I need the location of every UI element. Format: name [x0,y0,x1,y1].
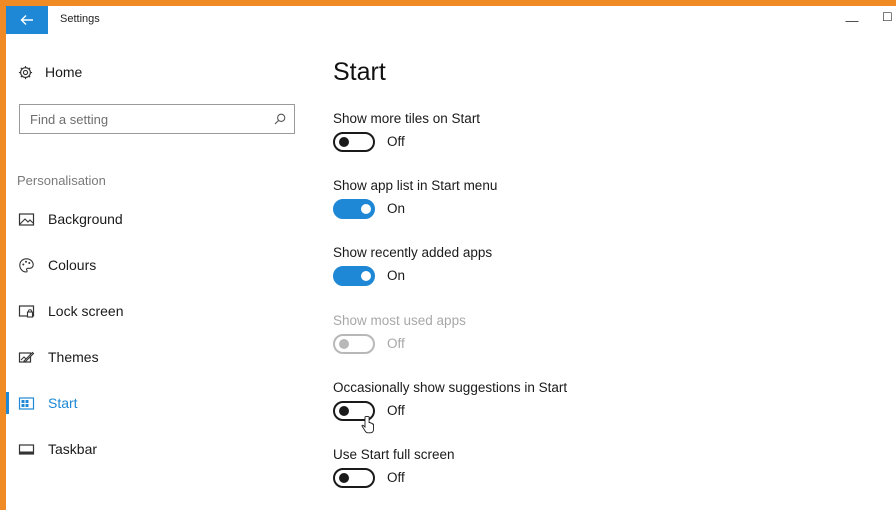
toggle-state-text: Off [387,403,405,418]
setting-show-recently-added: Show recently added apps On [333,245,833,305]
title-bar: Settings — ☐ [6,6,896,34]
search-input[interactable] [30,111,250,127]
sidebar-item-start[interactable]: Start [6,388,306,418]
sidebar-item-label: Colours [48,257,97,273]
toggle-knob [339,406,349,416]
sidebar-item-colours[interactable]: Colours [6,250,306,280]
toggle-knob [361,271,371,281]
setting-use-start-full-screen: Use Start full screen Off [333,447,833,507]
toggle-knob [339,339,349,349]
use-start-full-screen-toggle[interactable] [333,468,375,488]
themes-icon [18,349,35,366]
setting-label: Use Start full screen [333,447,455,462]
search-box[interactable] [19,104,295,134]
active-indicator [6,392,9,414]
maximize-button[interactable]: ☐ [882,10,896,30]
toggle-state-text: On [387,268,406,283]
setting-label: Show app list in Start menu [333,178,498,193]
sidebar-item-label: Start [48,395,78,411]
toggle-knob [339,473,349,483]
home-link[interactable]: Home [18,64,82,80]
show-most-used-toggle [333,334,375,354]
setting-label: Show recently added apps [333,245,493,260]
setting-show-more-tiles: Show more tiles on Start Off [333,111,833,171]
show-app-list-toggle[interactable] [333,199,375,219]
sidebar-item-lock-screen[interactable]: Lock screen [6,296,306,326]
gear-icon [18,65,33,79]
sidebar-item-label: Taskbar [48,441,98,457]
sidebar-item-label: Background [48,211,123,227]
back-button[interactable] [6,6,48,34]
toggle-state-text: Off [387,336,405,351]
setting-label: Occasionally show suggestions in Start [333,380,568,395]
sidebar-item-background[interactable]: Background [6,204,306,234]
setting-show-suggestions: Occasionally show suggestions in Start O… [333,380,833,440]
show-recently-added-toggle[interactable] [333,266,375,286]
mouse-cursor-icon [361,416,374,434]
toggle-knob [361,204,371,214]
setting-label: Show more tiles on Start [333,111,481,126]
home-label: Home [45,64,83,80]
background-icon [18,211,35,228]
toggle-state-text: Off [387,470,405,485]
sidebar-item-taskbar[interactable]: Taskbar [6,434,306,464]
main-content: Start Show more tiles on Start Off Show … [333,34,893,510]
taskbar-icon [18,441,35,458]
setting-show-most-used: Show most used apps Off [333,313,833,373]
sidebar-item-themes[interactable]: Themes [6,342,306,372]
section-label-personalisation: Personalisation [17,173,106,188]
window-title: Settings [60,13,100,25]
page-title: Start [333,58,386,86]
sidebar-item-label: Lock screen [48,303,124,319]
search-icon[interactable] [274,113,286,125]
minimize-button[interactable]: — [842,10,862,30]
back-arrow-icon [20,15,33,25]
sidebar-item-label: Themes [48,349,99,365]
show-more-tiles-toggle[interactable] [333,132,375,152]
sidebar: Home Personalisation Background Colours … [6,34,306,510]
start-icon [18,395,35,412]
setting-show-app-list: Show app list in Start menu On [333,178,833,238]
palette-icon [18,257,35,274]
setting-label: Show most used apps [333,313,466,328]
lock-screen-icon [18,303,35,320]
toggle-state-text: On [387,201,406,216]
toggle-knob [339,137,349,147]
toggle-state-text: Off [387,134,405,149]
